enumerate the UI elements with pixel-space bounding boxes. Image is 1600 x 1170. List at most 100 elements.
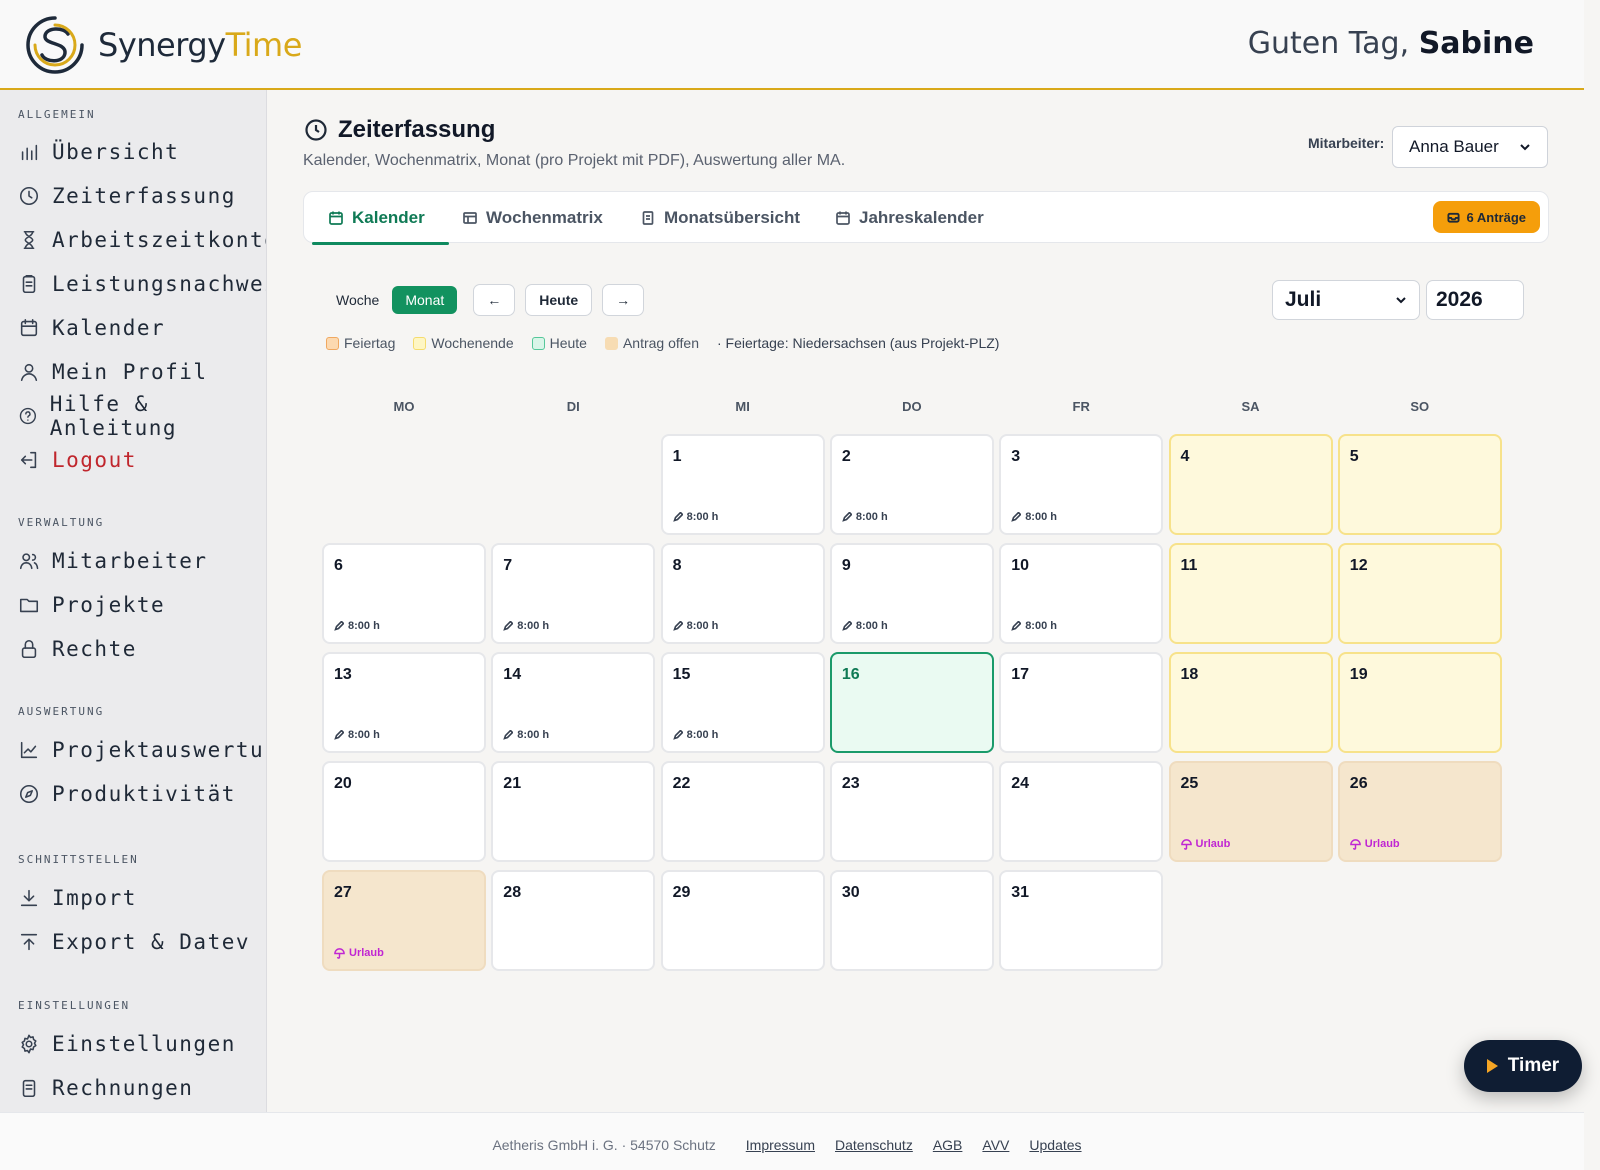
calendar-day[interactable]: 14 8:00 h bbox=[491, 652, 656, 753]
logo-text-part1: Synergy bbox=[98, 26, 226, 64]
calendar-day[interactable]: 19 bbox=[1337, 652, 1502, 753]
calendar-day[interactable]: 17 bbox=[999, 652, 1164, 753]
today-button[interactable]: Heute bbox=[525, 284, 593, 316]
calendar-day[interactable]: 7 8:00 h bbox=[491, 543, 656, 644]
day-number: 28 bbox=[503, 884, 522, 901]
day-number: 14 bbox=[503, 666, 522, 683]
next-button[interactable]: → bbox=[602, 284, 645, 316]
day-number: 30 bbox=[841, 884, 860, 901]
calendar-day[interactable]: 5 bbox=[1337, 434, 1502, 535]
nav-item-hilfe[interactable]: Hilfe & Anleitung bbox=[18, 392, 266, 440]
nav-item-rechte[interactable]: Rechte bbox=[18, 633, 137, 665]
tab-label: Kalender bbox=[352, 208, 425, 227]
nav-label: Einstellungen bbox=[52, 1032, 236, 1056]
calendar-day[interactable]: 2 8:00 h bbox=[829, 434, 994, 535]
nav-item-projektauswertung[interactable]: Projektauswertung bbox=[18, 734, 266, 766]
legend-item-heute: Heute bbox=[531, 335, 587, 351]
timer-button[interactable]: Timer bbox=[1464, 1040, 1582, 1092]
tab-monatsuebersicht[interactable]: Monatsübersicht bbox=[640, 192, 800, 244]
day-hours: 8:00 h bbox=[672, 729, 718, 741]
calendar-day[interactable]: 25 Urlaub bbox=[1168, 761, 1333, 862]
calendar-day[interactable]: 4 bbox=[1168, 434, 1333, 535]
month-select-value: Juli bbox=[1285, 288, 1322, 311]
nav-item-projekte[interactable]: Projekte bbox=[18, 589, 165, 621]
tab-kalender[interactable]: Kalender bbox=[312, 192, 449, 245]
legend-note: · Feiertage: Niedersachsen (aus Projekt-… bbox=[717, 335, 1000, 351]
nav-item-import[interactable]: Import bbox=[18, 882, 137, 914]
calendar-day[interactable]: 8 8:00 h bbox=[660, 543, 825, 644]
day-number: 29 bbox=[672, 884, 691, 901]
calendar-day[interactable]: 16 bbox=[829, 652, 994, 753]
calendar-day[interactable]: 6 8:00 h bbox=[322, 543, 486, 644]
calendar-day[interactable]: 31 bbox=[999, 870, 1164, 971]
pencil-icon bbox=[672, 621, 683, 631]
calendar-day[interactable]: 3 8:00 h bbox=[999, 434, 1164, 535]
weekday-label: DI bbox=[566, 399, 580, 414]
footer-link-datenschutz[interactable]: Datenschutz bbox=[835, 1137, 913, 1153]
year-input[interactable]: 2026 bbox=[1426, 280, 1524, 320]
calendar-day[interactable]: 10 8:00 h bbox=[999, 543, 1164, 644]
calendar-day[interactable]: 20 bbox=[322, 761, 486, 862]
umbrella-icon bbox=[334, 947, 345, 959]
nav-item-leistungsnachweis[interactable]: Leistungsnachweis bbox=[18, 268, 266, 300]
calendar-day[interactable]: 18 bbox=[1168, 652, 1333, 753]
calendar-day[interactable]: 30 bbox=[829, 870, 994, 971]
day-hours-value: 8:00 h bbox=[855, 620, 888, 632]
day-hours-value: 8:00 h bbox=[855, 511, 888, 523]
day-hours-value: 8:00 h bbox=[1025, 511, 1057, 523]
calendar-day[interactable]: 11 bbox=[1168, 543, 1333, 644]
day-number: 1 bbox=[672, 448, 682, 465]
nav-item-logout[interactable]: Logout bbox=[18, 444, 137, 476]
greeting-prefix: Guten Tag, bbox=[1247, 26, 1410, 61]
calendar-day[interactable]: 29 bbox=[660, 870, 825, 971]
calendar-day[interactable]: 24 bbox=[999, 761, 1164, 862]
calendar-day[interactable]: 15 8:00 h bbox=[660, 652, 825, 753]
nav-label: Leistungsnachweis bbox=[52, 272, 266, 296]
calendar-day[interactable]: 21 bbox=[491, 761, 656, 862]
view-week-button[interactable]: Woche bbox=[323, 286, 392, 314]
calendar-day[interactable]: 12 bbox=[1337, 543, 1502, 644]
nav-item-mein-profil[interactable]: Mein Profil bbox=[18, 356, 208, 388]
nav-item-export[interactable]: Export & Datev bbox=[18, 926, 250, 958]
tab-wochenmatrix[interactable]: Wochenmatrix bbox=[462, 192, 603, 244]
employee-select[interactable]: Anna Bauer bbox=[1392, 126, 1548, 168]
nav-item-rechnungen[interactable]: Rechnungen bbox=[18, 1072, 193, 1104]
prev-button[interactable]: ← bbox=[473, 284, 516, 316]
nav-item-zeiterfassung[interactable]: Zeiterfassung bbox=[18, 180, 236, 212]
footer-link-updates[interactable]: Updates bbox=[1029, 1137, 1081, 1153]
nav-item-mitarbeiter[interactable]: Mitarbeiter bbox=[18, 545, 208, 577]
chevron-down-icon bbox=[1520, 144, 1530, 151]
hourglass-icon bbox=[23, 230, 35, 250]
day-number: 13 bbox=[334, 666, 352, 683]
view-month-button[interactable]: Monat bbox=[392, 286, 458, 314]
nav-item-einstellungen[interactable]: Einstellungen bbox=[18, 1028, 236, 1060]
calendar-day[interactable]: 1 8:00 h bbox=[660, 434, 825, 535]
umbrella-icon bbox=[1349, 838, 1361, 850]
nav-item-produktivitaet[interactable]: Produktivität bbox=[18, 778, 236, 810]
calendar-day[interactable]: 23 bbox=[829, 761, 994, 862]
calendar-day[interactable]: 13 8:00 h bbox=[322, 652, 486, 753]
month-select[interactable]: Juli bbox=[1272, 280, 1420, 320]
calendar-day[interactable]: 9 8:00 h bbox=[829, 543, 994, 644]
footer-link-avv[interactable]: AVV bbox=[982, 1137, 1009, 1153]
calendar-icon bbox=[329, 211, 343, 225]
day-hours-value: 8:00 h bbox=[517, 729, 550, 741]
nav-item-kalender[interactable]: Kalender bbox=[18, 312, 165, 344]
nav-item-arbeitszeitkonto[interactable]: Arbeitszeitkonto bbox=[18, 224, 266, 256]
footer-link-impressum[interactable]: Impressum bbox=[746, 1137, 815, 1153]
footer-link-agb[interactable]: AGB bbox=[933, 1137, 963, 1153]
logo[interactable]: SynergyTime bbox=[24, 14, 302, 76]
tab-jahreskalender[interactable]: Jahreskalender bbox=[835, 192, 984, 244]
nav-item-uebersicht[interactable]: Übersicht bbox=[18, 136, 179, 168]
day-number: 25 bbox=[1180, 775, 1199, 792]
legend-swatch bbox=[326, 336, 339, 350]
page-title: Zeiterfassung bbox=[304, 116, 495, 144]
day-hours-value: 8:00 h bbox=[348, 729, 380, 741]
nav-label: Import bbox=[52, 886, 137, 910]
calendar-day[interactable]: 27 Urlaub bbox=[322, 870, 486, 971]
calendar-day[interactable]: 22 bbox=[660, 761, 825, 862]
day-hours: 8:00 h bbox=[1011, 511, 1057, 523]
requests-button[interactable]: 6 Anträge bbox=[1432, 201, 1540, 233]
calendar-day[interactable]: 28 bbox=[491, 870, 656, 971]
calendar-day[interactable]: 26 Urlaub bbox=[1337, 761, 1502, 862]
